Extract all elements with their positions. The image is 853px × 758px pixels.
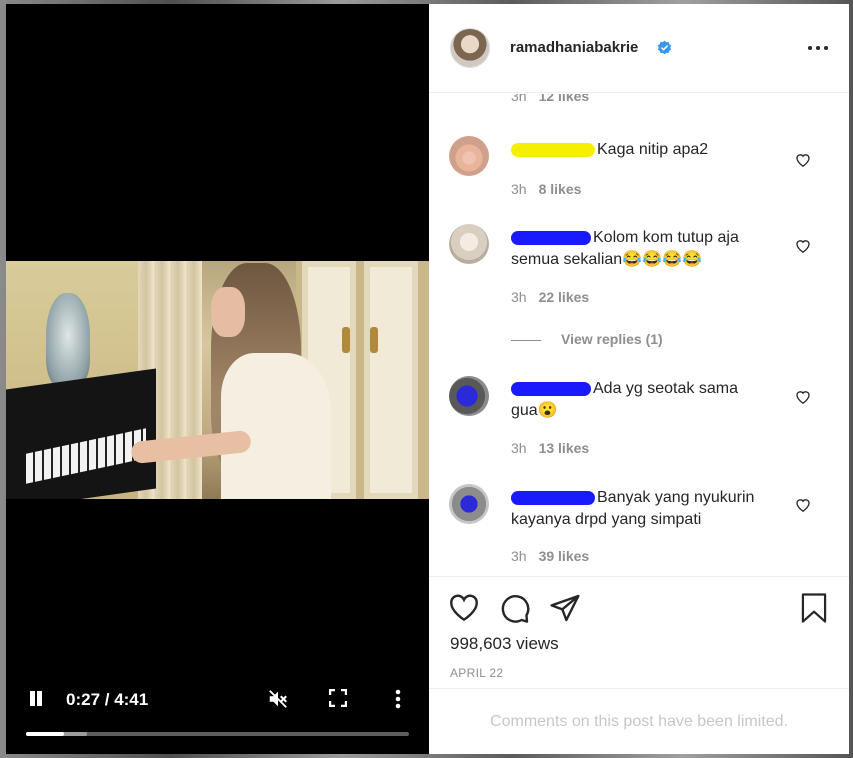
like-comment-icon[interactable]: [795, 389, 811, 404]
username[interactable]: ramadhaniabakrie: [510, 39, 638, 56]
vase: [46, 293, 90, 387]
comment-body: Kaga nitip apa2: [597, 141, 709, 158]
comment-body-cont: kayanya drpd yang simpati: [511, 511, 702, 528]
redaction-mark: [511, 381, 591, 396]
post-date[interactable]: APRIL 22: [450, 666, 503, 680]
comment-time[interactable]: 3h: [511, 548, 527, 564]
comment-meta: 3h 13 likes: [511, 440, 589, 456]
redaction-mark: [511, 142, 595, 157]
video-controls: 0:27 / 4:41: [6, 664, 429, 754]
comment-body-cont: semua sekalian😂😂😂😂: [511, 251, 702, 268]
mute-icon[interactable]: [267, 688, 289, 710]
pause-icon[interactable]: [28, 689, 44, 707]
comment-likes[interactable]: 8 likes: [539, 181, 582, 197]
comment-likes[interactable]: 12 likes: [539, 94, 590, 104]
view-replies-line: [511, 340, 541, 341]
share-send-icon[interactable]: [549, 592, 581, 624]
avatar[interactable]: [450, 28, 490, 68]
redaction-mark: [511, 230, 591, 245]
post-panel: ramadhaniabakrie 3h 12 likes Kaga nitip a…: [429, 4, 849, 754]
comment-text: Ada yg seotak sama gua😮: [511, 378, 791, 422]
video-player[interactable]: 0:27 / 4:41: [6, 4, 429, 754]
comment-body: Banyak yang nyukurin: [597, 489, 755, 506]
video-time: 0:27 / 4:41: [66, 690, 149, 709]
comment-meta: 3h 12 likes: [511, 94, 589, 104]
comment-likes[interactable]: 22 likes: [539, 289, 590, 305]
redaction-mark: [511, 490, 595, 505]
verified-badge-icon: [657, 40, 672, 55]
comment-text: Kaga nitip apa2: [511, 139, 791, 161]
post-header: ramadhaniabakrie: [429, 4, 849, 93]
post-actions: 998,603 views APRIL 22: [429, 576, 849, 688]
comment-time[interactable]: 3h: [511, 181, 527, 197]
person-body: [221, 353, 331, 499]
more-vertical-icon[interactable]: [390, 688, 406, 710]
comment-avatar[interactable]: [449, 224, 489, 264]
comment-meta: 3h 22 likes: [511, 289, 589, 305]
video-frame: [6, 261, 429, 499]
comment-body: Ada yg seotak sama: [593, 380, 738, 397]
comments-limited-notice: Comments on this post have been limited.: [429, 688, 849, 754]
comment-meta: 3h 39 likes: [511, 548, 589, 564]
comment-bubble-icon[interactable]: [499, 592, 531, 624]
progress-bar[interactable]: [26, 732, 409, 736]
comment-meta: 3h 8 likes: [511, 181, 581, 197]
like-comment-icon[interactable]: [795, 238, 811, 253]
view-replies-button[interactable]: View replies (1): [561, 331, 663, 347]
post-modal: 0:27 / 4:41 ramadhaniabakrie 3h 12 likes…: [6, 4, 849, 754]
comment-likes[interactable]: 39 likes: [539, 548, 590, 564]
door-handle: [370, 327, 378, 353]
like-heart-icon[interactable]: [448, 592, 480, 624]
comment-time[interactable]: 3h: [511, 94, 527, 104]
comment-time[interactable]: 3h: [511, 289, 527, 305]
fullscreen-icon[interactable]: [328, 688, 348, 708]
door-right: [364, 261, 418, 499]
comment-text: Kolom kom tutup aja semua sekalian😂😂😂😂: [511, 227, 791, 271]
comments-list: 3h 12 likes Kaga nitip apa2 3h 8 likes Kol…: [429, 94, 849, 576]
progress-played: [26, 732, 65, 736]
comment-avatar[interactable]: [449, 136, 489, 176]
more-options-icon[interactable]: [807, 40, 829, 56]
comment-avatar[interactable]: [449, 376, 489, 416]
comment-body-cont: gua😮: [511, 402, 558, 419]
save-bookmark-icon[interactable]: [799, 592, 831, 624]
person-face: [211, 287, 245, 337]
comment-likes[interactable]: 13 likes: [539, 440, 590, 456]
comment-body: Kolom kom tutup aja: [593, 229, 739, 246]
like-comment-icon[interactable]: [795, 497, 811, 512]
door-handle: [342, 327, 350, 353]
comment-time[interactable]: 3h: [511, 440, 527, 456]
comment-text: Banyak yang nyukurin kayanya drpd yang s…: [511, 487, 791, 531]
view-count[interactable]: 998,603 views: [450, 634, 559, 654]
like-comment-icon[interactable]: [795, 152, 811, 167]
comment-avatar[interactable]: [449, 484, 489, 524]
